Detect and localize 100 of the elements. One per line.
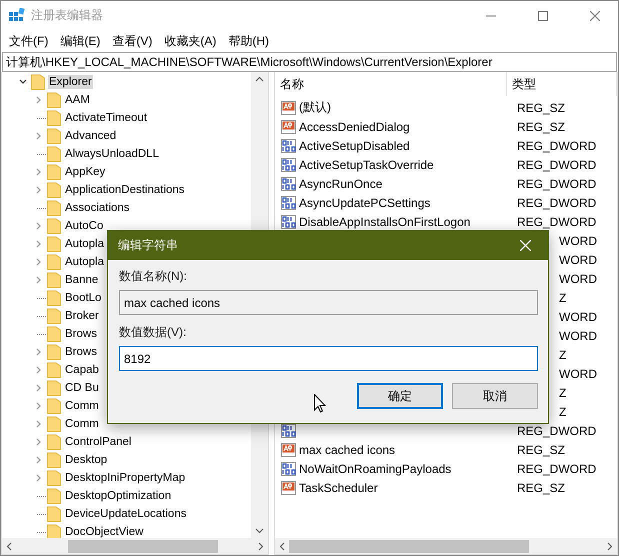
folder-icon <box>47 326 61 342</box>
tree-item[interactable]: CD Bu <box>64 381 100 395</box>
field-label: 数值名称(N): <box>119 268 188 285</box>
binary-value-icon <box>281 460 297 476</box>
value-type: Z <box>559 348 566 362</box>
tree-item[interactable]: Comm <box>64 417 100 431</box>
folder-icon <box>47 344 61 360</box>
folder-icon <box>47 290 61 306</box>
window-title: 注册表编辑器 <box>31 7 104 24</box>
folder-icon <box>47 488 61 504</box>
tree-item[interactable]: Autopla <box>64 255 106 269</box>
tree-item[interactable]: Advanced <box>64 129 118 143</box>
menu-item[interactable]: 帮助(H) <box>222 32 275 50</box>
tree-item[interactable]: AutoCo <box>64 219 104 233</box>
horizontal-scrollbar[interactable] <box>275 538 617 554</box>
folder-icon <box>47 164 61 180</box>
menu-item[interactable]: 编辑(E) <box>54 32 106 50</box>
dialog-button[interactable]: 确定 <box>357 383 443 409</box>
folder-icon <box>47 110 61 126</box>
tree-item[interactable]: DesktopIniPropertyMap <box>64 471 186 485</box>
menu-item[interactable]: 文件(F) <box>3 32 54 50</box>
tree-item[interactable]: AlwaysUnloadDLL <box>64 147 160 161</box>
address-bar[interactable]: 计算机\HKEY_LOCAL_MACHINE\SOFTWARE\Microsoft\Windows\CurrentVersion\Explorer <box>2 52 617 72</box>
value-type: Z <box>559 290 566 304</box>
folder-icon <box>47 146 61 162</box>
column-header[interactable]: 类型 <box>507 72 617 96</box>
value-type: REG_SZ <box>517 480 566 494</box>
value-type: REG_DWORD <box>517 462 596 476</box>
value-type: WORD <box>559 310 597 324</box>
value-type: REG_DWORD <box>517 424 596 438</box>
value-name[interactable]: ActiveSetupTaskOverride <box>299 158 434 172</box>
tree-item[interactable]: Brows <box>64 345 98 359</box>
tree-item[interactable]: Associations <box>64 201 131 215</box>
folder-icon <box>31 74 45 90</box>
folder-icon <box>47 380 61 396</box>
input-field[interactable]: max cached icons <box>119 290 538 315</box>
value-type: Z <box>559 386 566 400</box>
folder-icon <box>47 434 61 450</box>
maximize-icon <box>538 10 548 20</box>
tree-item[interactable]: ControlPanel <box>64 435 132 449</box>
tree-item[interactable]: Banne <box>64 273 100 287</box>
chevron-icon[interactable] <box>19 78 27 86</box>
folder-icon <box>47 452 61 468</box>
tree-item[interactable]: DocObjectView <box>64 525 144 538</box>
field-label: 数值数据(V): <box>119 324 188 341</box>
tree-item[interactable]: BootLo <box>64 291 102 305</box>
value-type: REG_SZ <box>517 100 566 114</box>
binary-value-icon <box>281 422 297 438</box>
folder-icon <box>47 200 61 216</box>
input-field[interactable]: 8192 <box>119 346 538 371</box>
app-icon <box>9 8 25 24</box>
value-name[interactable]: AccessDeniedDialog <box>299 120 410 134</box>
tree-item[interactable]: Explorer <box>48 75 93 89</box>
folder-icon <box>47 470 61 486</box>
tree-item[interactable]: DesktopOptimization <box>64 489 172 503</box>
column-header[interactable]: 名称 <box>275 72 507 96</box>
folder-icon <box>47 416 61 432</box>
folder-icon <box>47 218 61 234</box>
binary-value-icon <box>281 214 297 230</box>
value-name[interactable]: max cached icons <box>299 442 396 456</box>
folder-icon <box>47 272 61 288</box>
menu-item[interactable]: 收藏夹(A) <box>158 32 222 50</box>
menu-item[interactable]: 查看(V) <box>106 32 158 50</box>
tree-item[interactable]: ActivateTimeout <box>64 111 148 125</box>
value-name[interactable]: (默认) <box>299 99 331 116</box>
dialog-title: 编辑字符串 <box>118 237 178 254</box>
dialog-button[interactable]: 取消 <box>452 383 538 409</box>
value-type: WORD <box>559 272 597 286</box>
value-name[interactable]: NoWaitOnRoamingPayloads <box>299 462 452 476</box>
folder-icon <box>47 506 61 522</box>
value-type: REG_SZ <box>517 120 566 134</box>
tree-item[interactable]: Broker <box>64 309 100 323</box>
tree-item[interactable]: Comm <box>64 399 100 413</box>
value-type: REG_DWORD <box>517 138 596 152</box>
tree-item[interactable]: DeviceUpdateLocations <box>64 507 188 521</box>
binary-value-icon <box>281 194 297 210</box>
value-name[interactable]: TaskScheduler <box>299 480 378 494</box>
value-name[interactable]: AsyncUpdatePCSettings <box>299 196 430 210</box>
close-icon <box>590 10 600 20</box>
tree-item[interactable]: Autopla <box>64 237 106 251</box>
tree-item[interactable]: Desktop <box>64 453 108 467</box>
horizontal-scrollbar[interactable] <box>2 538 268 554</box>
tree-item[interactable]: AppKey <box>64 165 106 179</box>
close-icon <box>520 240 530 251</box>
tree-item[interactable]: Brows <box>64 327 98 341</box>
value-name[interactable]: AsyncRunOnce <box>299 176 382 190</box>
value-type: WORD <box>559 234 597 248</box>
tree-item[interactable]: ApplicationDestinations <box>64 183 186 197</box>
value-name[interactable]: ActiveSetupDisabled <box>299 138 410 152</box>
value-name[interactable]: DisableAppInstallsOnFirstLogon <box>299 214 470 228</box>
tree-item[interactable]: AAM <box>64 93 91 107</box>
value-type: WORD <box>559 328 597 342</box>
string-value-icon <box>281 100 297 116</box>
binary-value-icon <box>281 138 297 154</box>
value-type: REG_DWORD <box>517 158 596 172</box>
value-type: WORD <box>559 252 597 266</box>
folder-icon <box>47 308 61 324</box>
string-value-icon <box>281 442 297 458</box>
tree-item[interactable]: Capab <box>64 363 100 377</box>
folder-icon <box>47 182 61 198</box>
